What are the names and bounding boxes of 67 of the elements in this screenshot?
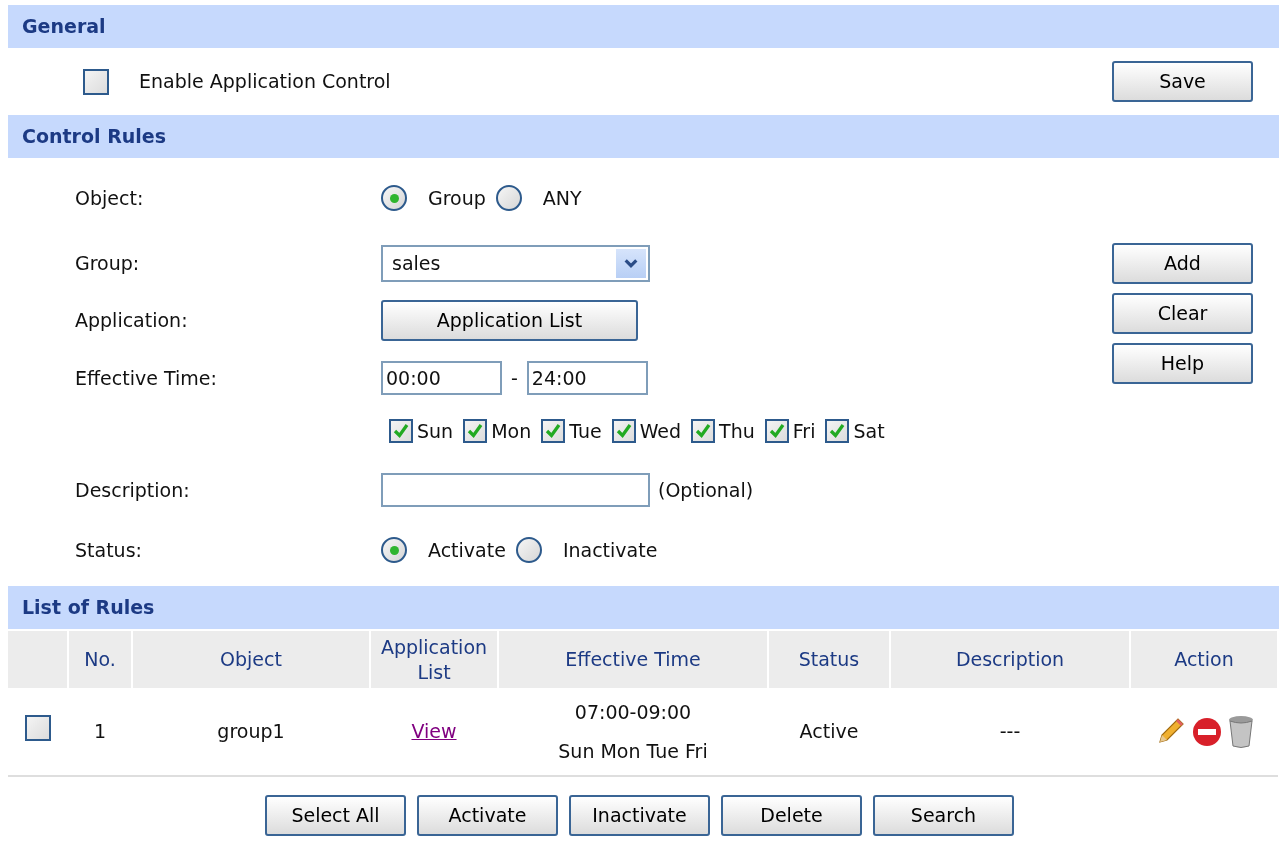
table-cell: 1 [68,688,132,776]
button[interactable]: Application List [381,299,638,341]
radio-label: ANY [542,185,582,211]
field-label: Group: [75,250,141,276]
checkbox[interactable] [825,419,850,443]
checkbox[interactable] [83,68,109,95]
column-header: No. [68,631,132,688]
day-label: Tue [569,418,602,444]
checkbox[interactable] [541,419,566,443]
radio-button[interactable] [515,537,542,563]
day-label: Mon [491,418,532,444]
section-header: Control Rules [8,115,1279,158]
start-time-field[interactable]: 00:00 [381,361,502,395]
end-time-field[interactable]: 24:00 [526,361,648,395]
button[interactable]: Save [1112,61,1253,102]
button[interactable]: Select All [265,795,406,836]
view-link[interactable]: View [411,720,457,743]
column-header: Object [132,631,370,688]
checkbox[interactable] [25,714,51,741]
time-range: 07:00-09:00 [574,700,692,725]
trash-icon[interactable] [1228,714,1254,749]
column-header: Description [890,631,1130,688]
day-label: Sun [417,418,454,444]
day-label: Sat [853,418,885,444]
button[interactable]: Search [873,795,1014,836]
table-cell: --- [890,688,1130,776]
checkbox[interactable] [389,419,413,443]
button[interactable]: Help [1112,343,1253,384]
field-label: Application: [75,307,189,333]
chevron-down-icon [616,248,646,278]
checkbox-label: Enable Application Control [139,69,391,95]
checkbox[interactable] [463,419,488,443]
button[interactable]: Add [1112,243,1253,284]
checkbox[interactable] [611,419,636,443]
field-label: Effective Time: [75,365,218,391]
no-entry-icon[interactable] [1192,716,1222,747]
radio-label: Inactivate [562,537,658,563]
checkbox[interactable] [691,419,716,443]
radio-label: Group [428,185,486,211]
separator: - [511,365,518,391]
field-label: Status: [75,537,143,563]
table-cell: Active [768,688,890,776]
dropdown[interactable]: sales [381,244,650,282]
button[interactable]: Delete [721,795,862,836]
optional-hint: (Optional) [658,477,754,503]
column-header: Status [768,631,890,688]
field-label: Description: [75,477,191,503]
radio-button[interactable] [495,185,522,211]
section-header: List of Rules [8,586,1279,629]
section-header: General [8,5,1279,48]
button[interactable]: Activate [417,795,558,836]
radio-button[interactable] [381,185,407,211]
column-header: Effective Time [498,631,768,688]
days-list: Sun Mon Tue Fri [558,736,708,765]
day-label: Fri [792,418,816,444]
column-header: Action [1130,631,1278,688]
radio-button[interactable] [381,537,407,563]
radio-label: Activate [428,537,506,563]
field-label: Object: [75,185,145,211]
button[interactable]: Inactivate [569,795,710,836]
table-cell: group1 [132,688,370,776]
description-field[interactable] [381,473,650,507]
checkbox[interactable] [764,419,789,443]
day-label: Wed [639,418,682,444]
column-header: Application List [370,631,498,688]
day-label: Thu [719,418,755,444]
button[interactable]: Clear [1112,293,1253,334]
